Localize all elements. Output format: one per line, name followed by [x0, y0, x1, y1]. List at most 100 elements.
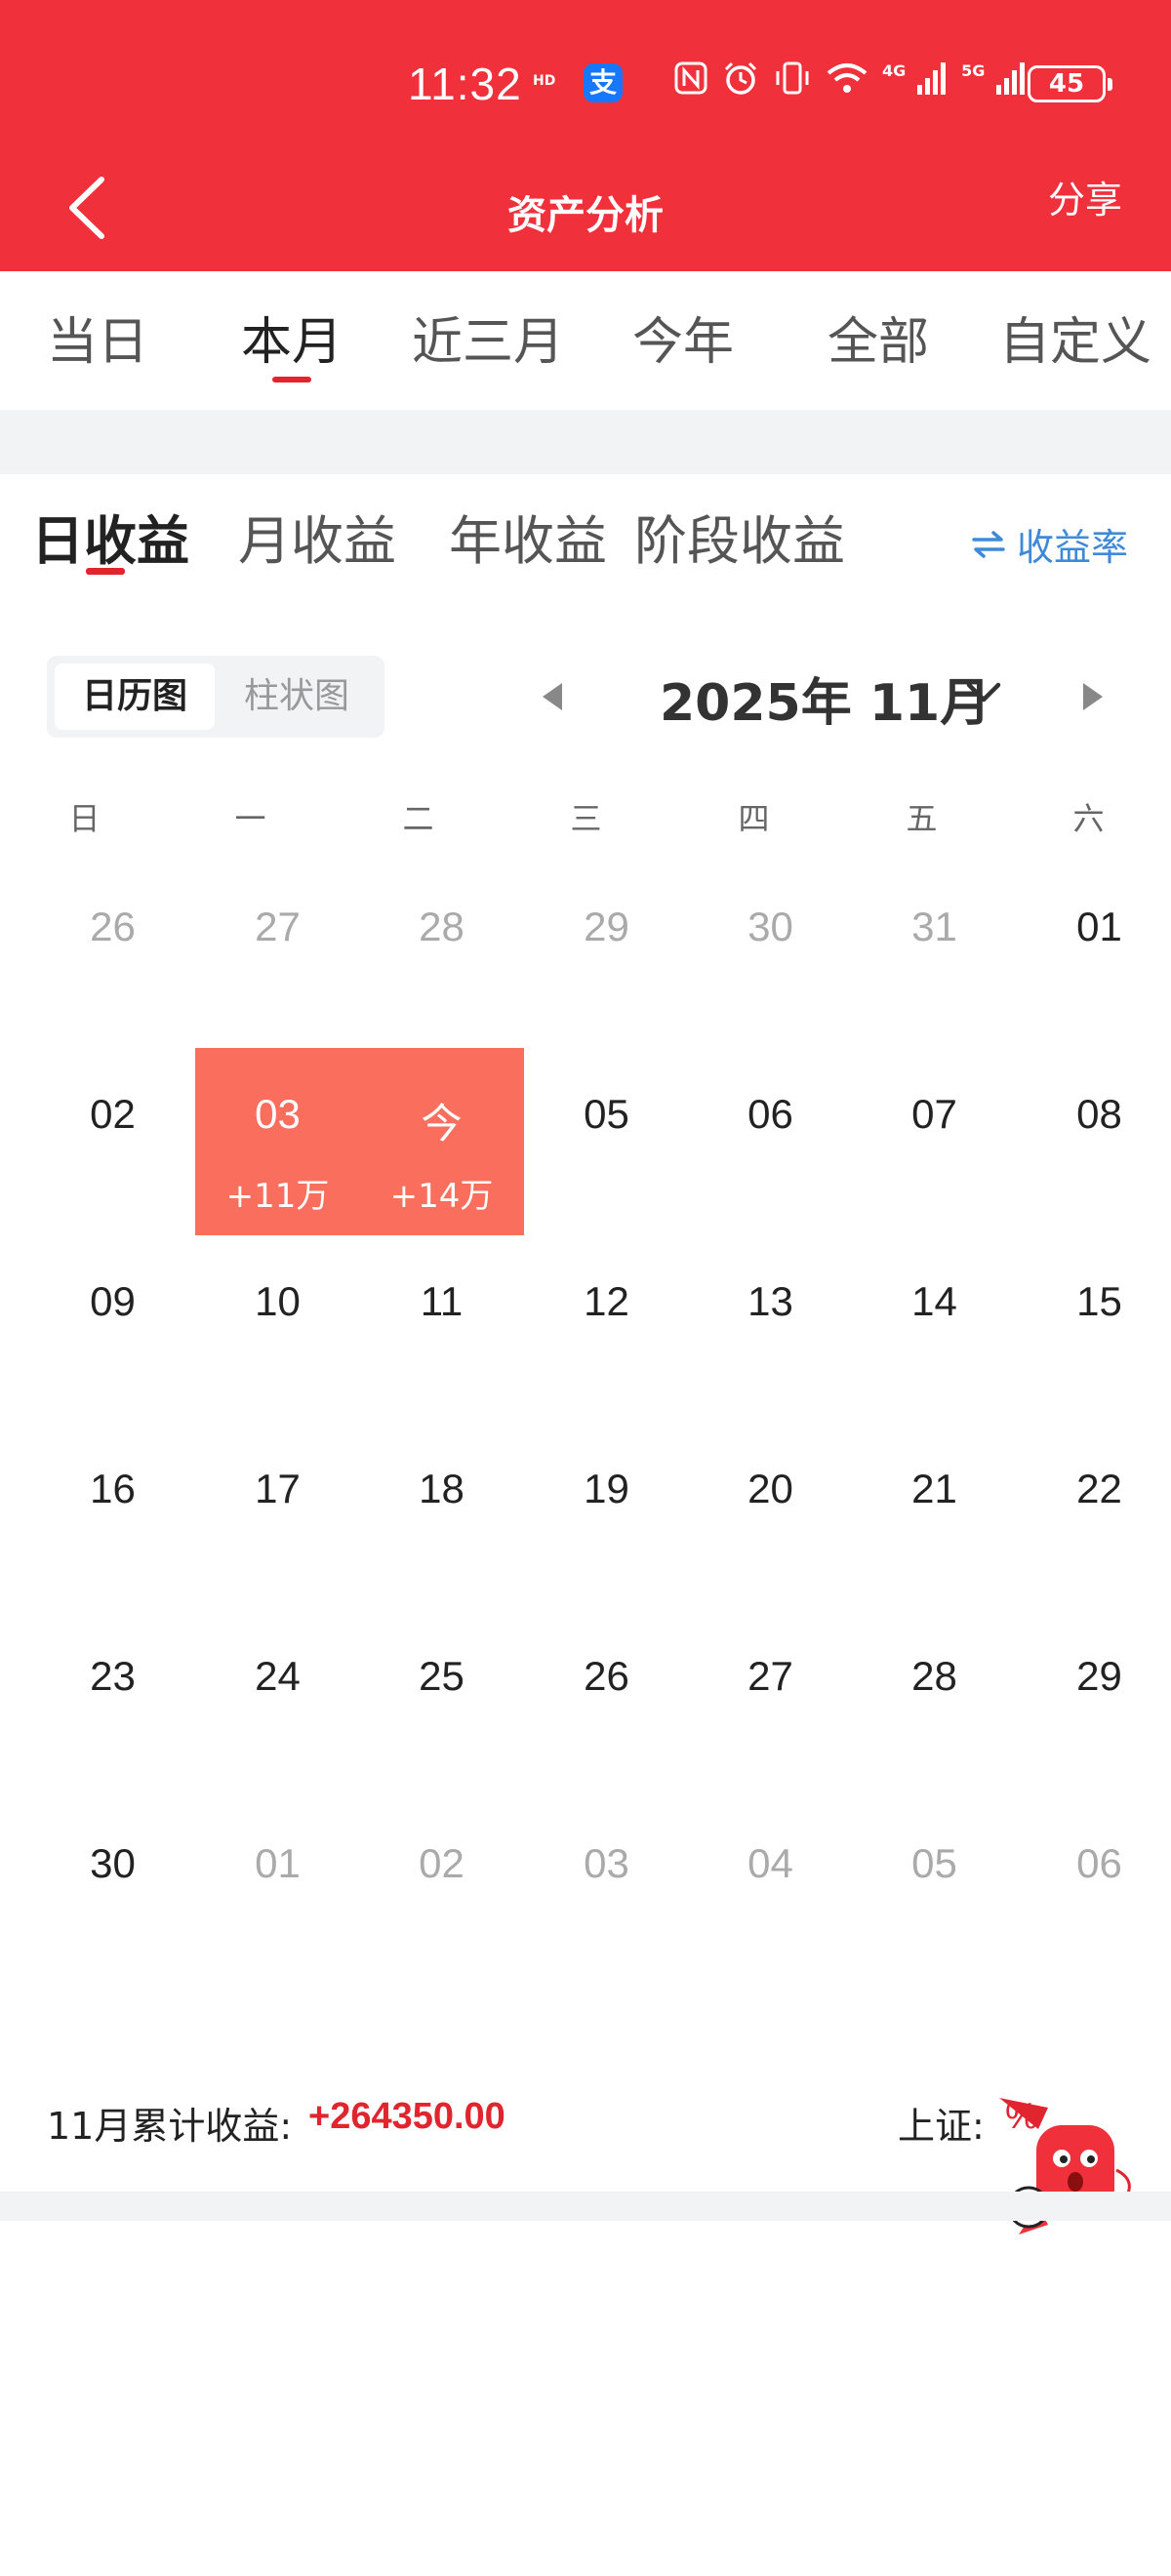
calendar-day[interactable]: 01 — [195, 1797, 360, 1985]
swap-arrows-icon — [972, 530, 1005, 558]
vibrate-icon — [773, 60, 812, 105]
calendar-day[interactable]: 29 — [524, 861, 689, 1048]
view-switch: 日历图 柱状图 — [47, 656, 384, 738]
weekday-tue: 二 — [402, 800, 434, 837]
calendar-day-number: 19 — [584, 1466, 629, 1511]
next-month-arrow-icon[interactable] — [1083, 683, 1103, 710]
signal-5g-icon: 5G — [961, 61, 1027, 103]
tab-stage-income[interactable]: 阶段收益 — [634, 498, 845, 575]
calendar-day[interactable]: 07 — [852, 1048, 1017, 1235]
calendar-day-number: 24 — [255, 1653, 301, 1699]
calendar-day[interactable]: 12 — [524, 1235, 689, 1423]
calendar-day[interactable]: 06 — [688, 1048, 853, 1235]
chevron-down-icon[interactable] — [964, 673, 1003, 712]
calendar-day[interactable]: 20 — [688, 1423, 853, 1610]
weekday-wed: 三 — [570, 800, 602, 837]
calendar-day[interactable]: 26 — [524, 1610, 689, 1797]
calendar-day[interactable]: 今 +14万 — [359, 1048, 524, 1235]
calendar-day[interactable]: 19 — [524, 1423, 689, 1610]
calendar-day[interactable]: 15 — [1017, 1235, 1171, 1423]
calendar-day-number: 29 — [584, 904, 629, 949]
calendar-day[interactable]: 09 — [30, 1235, 195, 1423]
tab-today[interactable]: 当日 — [47, 301, 148, 374]
calendar-view-button[interactable]: 日历图 — [55, 664, 215, 730]
tab-three-months[interactable]: 近三月 — [412, 301, 564, 374]
calendar-day-number: 15 — [1076, 1278, 1122, 1324]
calendar-day-number: 25 — [419, 1653, 464, 1699]
alipay-icon: 支 — [584, 63, 623, 102]
calendar-day-number: 10 — [255, 1278, 301, 1324]
calendar-day[interactable]: 29 — [1017, 1610, 1171, 1797]
calendar-day-number: 03 — [584, 1840, 629, 1886]
calendar-day-number: 18 — [419, 1466, 464, 1511]
calendar-day-number: 今 — [421, 1101, 463, 1147]
calendar-day[interactable]: 27 — [195, 861, 360, 1048]
calendar-day[interactable]: 31 — [852, 861, 1017, 1048]
calendar-day[interactable]: 05 — [524, 1048, 689, 1235]
calendar-day[interactable]: 18 — [359, 1423, 524, 1610]
calendar-day[interactable]: 03 +11万 — [195, 1048, 360, 1235]
calendar-day[interactable]: 23 — [30, 1610, 195, 1797]
calendar-day-number: 09 — [90, 1278, 136, 1324]
calendar-day-number: 21 — [911, 1466, 957, 1511]
calendar-day[interactable]: 14 — [852, 1235, 1017, 1423]
mascot-icon[interactable] — [980, 2088, 1146, 2254]
weekday-thu: 四 — [738, 800, 770, 837]
month-selector[interactable]: 2025年 11月 — [660, 662, 990, 735]
calendar-day-number: 23 — [90, 1653, 136, 1699]
calendar-day[interactable]: 30 — [30, 1797, 195, 1985]
tab-this-year[interactable]: 今年 — [632, 301, 734, 374]
calendar-day[interactable]: 05 — [852, 1797, 1017, 1985]
calendar-day[interactable]: 21 — [852, 1423, 1017, 1610]
calendar-day[interactable]: 02 — [359, 1797, 524, 1985]
calendar-day[interactable]: 28 — [852, 1610, 1017, 1797]
calendar-day[interactable]: 27 — [688, 1610, 853, 1797]
calendar-day[interactable]: 06 — [1017, 1797, 1171, 1985]
tab-yearly-income[interactable]: 年收益 — [449, 498, 607, 575]
tab-custom[interactable]: 自定义 — [999, 301, 1151, 374]
calendar-day[interactable]: 13 — [688, 1235, 853, 1423]
calendar-day-number: 14 — [911, 1278, 957, 1324]
tab-daily-income[interactable]: 日收益 — [31, 498, 189, 575]
weekday-sun: 日 — [68, 800, 101, 837]
signal-4g-label: 4G — [882, 61, 907, 80]
bar-view-button[interactable]: 柱状图 — [217, 664, 377, 730]
income-rate-toggle[interactable]: 收益率 — [972, 517, 1128, 571]
calendar-day-number: 26 — [584, 1653, 629, 1699]
calendar-day[interactable]: 25 — [359, 1610, 524, 1797]
signal-4g-icon: 4G — [882, 61, 948, 103]
prev-month-arrow-icon[interactable] — [543, 683, 562, 710]
weekday-mon: 一 — [234, 800, 266, 837]
calendar-day[interactable]: 28 — [359, 861, 524, 1048]
calendar-day[interactable]: 01 — [1017, 861, 1171, 1048]
calendar-day-number: 05 — [584, 1091, 629, 1137]
calendar-day[interactable]: 24 — [195, 1610, 360, 1797]
calendar-day[interactable]: 03 — [524, 1797, 689, 1985]
calendar-day[interactable]: 22 — [1017, 1423, 1171, 1610]
calendar-day[interactable]: 30 — [688, 861, 853, 1048]
app-header: 11:32 HD 支 4G 5G 45 资产分析 分享 — [0, 0, 1171, 271]
calendar-day[interactable]: 02 — [30, 1048, 195, 1235]
calendar-day-number: 02 — [90, 1091, 136, 1137]
calendar-day[interactable]: 11 — [359, 1235, 524, 1423]
calendar-day[interactable]: 10 — [195, 1235, 360, 1423]
weekday-fri: 五 — [906, 800, 938, 837]
calendar-day-number: 16 — [90, 1466, 136, 1511]
share-button[interactable]: 分享 — [1048, 170, 1122, 223]
calendar-day-number: 13 — [747, 1278, 793, 1324]
calendar-day-number: 11 — [420, 1278, 464, 1324]
tab-all[interactable]: 全部 — [828, 301, 929, 374]
calendar-day[interactable]: 08 — [1017, 1048, 1171, 1235]
calendar-day[interactable]: 17 — [195, 1423, 360, 1610]
calendar-day[interactable]: 04 — [688, 1797, 853, 1985]
calendar-day-number: 27 — [255, 904, 301, 949]
calendar-day-number: 31 — [911, 904, 957, 949]
calendar-day[interactable]: 26 — [30, 861, 195, 1048]
tab-this-month[interactable]: 本月 — [241, 301, 343, 374]
calendar-day-number: 08 — [1076, 1091, 1122, 1137]
calendar-day-number: 01 — [255, 1840, 301, 1886]
tab-monthly-income[interactable]: 月收益 — [238, 498, 396, 575]
calendar-day-number: 20 — [747, 1466, 793, 1511]
system-icons: 4G 5G — [673, 60, 1027, 105]
calendar-day[interactable]: 16 — [30, 1423, 195, 1610]
